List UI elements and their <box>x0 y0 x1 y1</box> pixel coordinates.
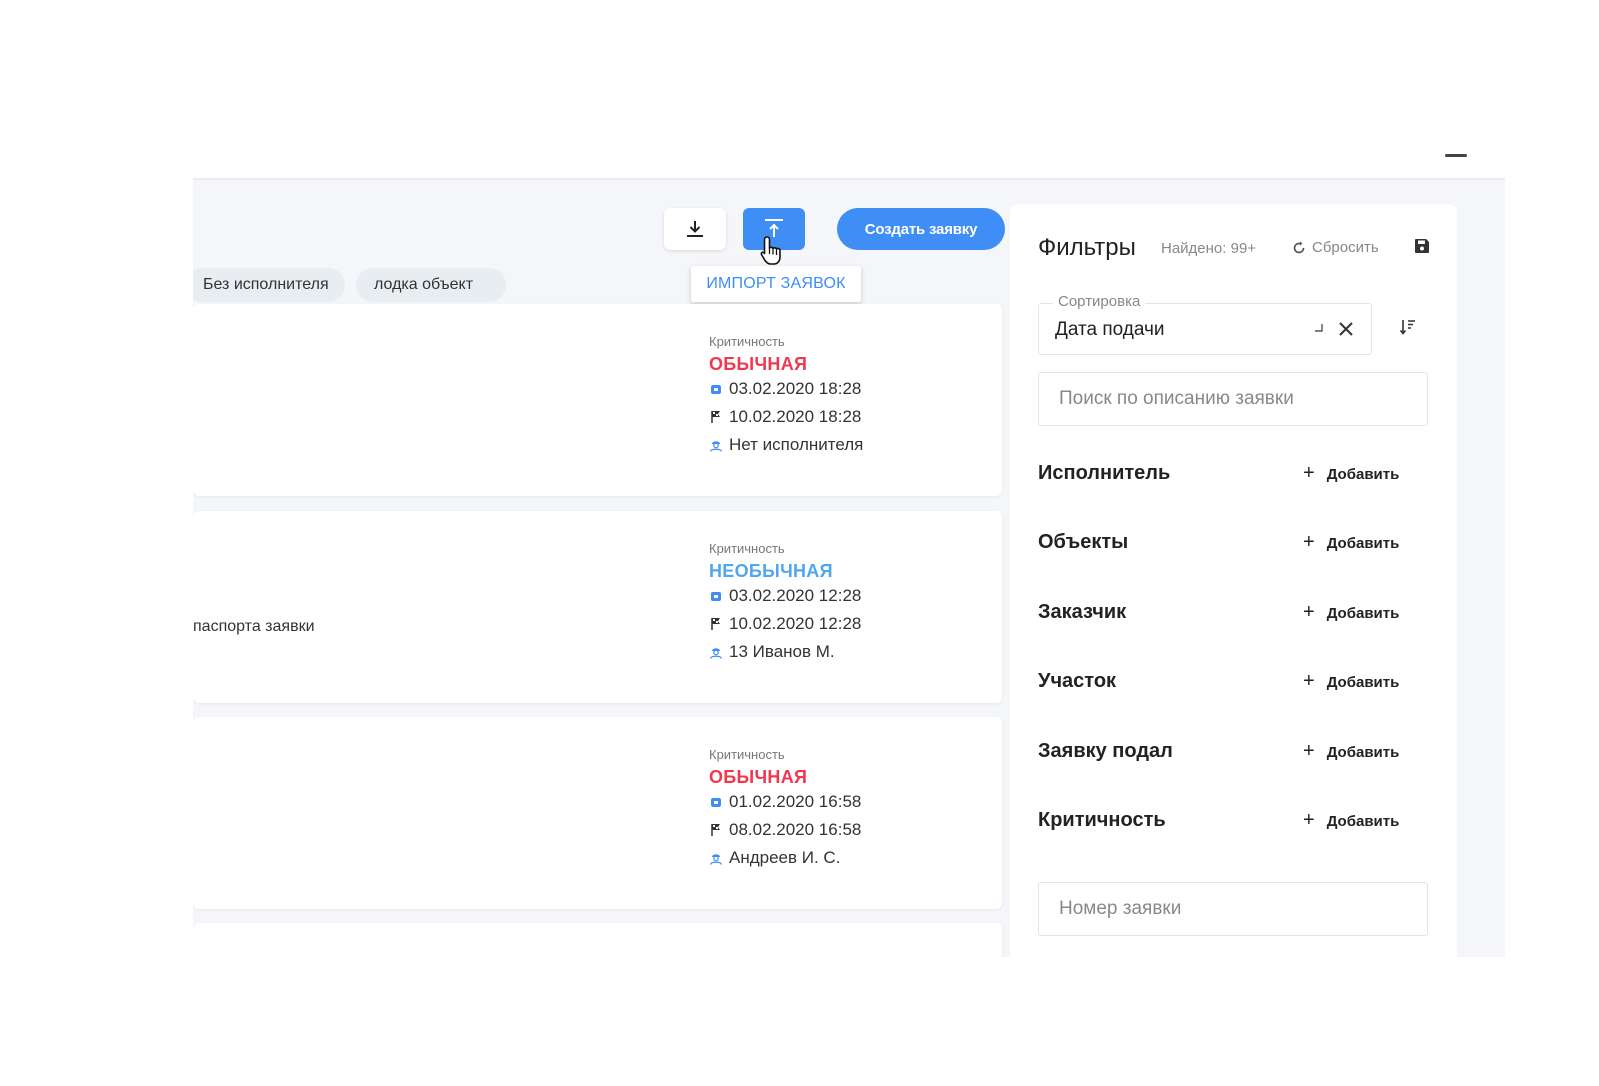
plus-icon: + <box>1303 809 1315 831</box>
request-card[interactable]: Критичность ОБЫЧНАЯ 03.02.2020 18:28 10.… <box>193 304 1002 496</box>
download-icon <box>687 221 703 237</box>
criticality-value: НЕОБЫЧНАЯ <box>709 561 833 581</box>
filter-chip-no-assignee[interactable]: Без исполнителя <box>193 268 345 302</box>
worker-icon <box>709 851 723 865</box>
plus-icon: + <box>1303 462 1315 484</box>
criticality-value: ОБЫЧНАЯ <box>709 767 808 787</box>
assignee: 13 Иванов М. <box>709 638 861 666</box>
filter-row-label: Участок <box>1038 670 1117 692</box>
filter-row-submitted-by: Заявку подал + Добавить <box>1038 736 1418 766</box>
worker-icon <box>709 438 723 452</box>
finish-flag-icon <box>709 617 723 631</box>
finish-flag-icon <box>709 823 723 837</box>
plus-icon: + <box>1303 601 1315 623</box>
save-icon[interactable] <box>1414 238 1430 254</box>
hand-cursor-icon <box>760 236 781 265</box>
assignee-text: 13 Иванов М. <box>729 642 835 661</box>
filter-row-customer: Заказчик + Добавить <box>1038 597 1418 627</box>
created-date: 03.02.2020 18:28 <box>709 375 863 403</box>
filter-row-criticality: Критичность + Добавить <box>1038 805 1418 835</box>
add-label: Добавить <box>1326 535 1400 552</box>
calendar-icon <box>709 795 723 809</box>
add-label: Добавить <box>1326 605 1400 622</box>
request-card[interactable]: паспорта заявки Критичность НЕОБЫЧНАЯ 03… <box>193 511 1002 703</box>
add-button[interactable]: + Добавить <box>1303 670 1400 693</box>
add-label: Добавить <box>1326 813 1400 830</box>
card-meta: Критичность ОБЫЧНАЯ 03.02.2020 18:28 10.… <box>709 334 863 459</box>
filters-panel: Фильтры Найдено: 99+ Сбросить Сортировка… <box>1010 204 1457 957</box>
plus-icon: + <box>1303 670 1315 692</box>
deadline-date-text: 08.02.2020 16:58 <box>729 820 862 839</box>
created-date-text: 03.02.2020 18:28 <box>729 379 862 398</box>
close-icon[interactable] <box>1337 320 1355 338</box>
assignee: Андреев И. С. <box>709 844 861 872</box>
create-request-button[interactable]: Создать заявку <box>837 208 1005 250</box>
window-corner-mark <box>1445 154 1467 157</box>
found-count: Найдено: 99+ <box>1161 240 1257 257</box>
resize-corner-icon <box>1315 324 1323 332</box>
reset-label: Сбросить <box>1312 239 1379 256</box>
assignee: Нет исполнителя <box>709 431 863 459</box>
created-date: 03.02.2020 12:28 <box>709 582 861 610</box>
requests-page: Создать заявку ИМПОРТ ЗАЯВОК Без исполни… <box>193 180 1505 957</box>
deadline-date-text: 10.02.2020 18:28 <box>729 407 862 426</box>
card-description: паспорта заявки <box>193 618 315 635</box>
filters-title: Фильтры <box>1038 234 1136 261</box>
assignee-text: Андреев И. С. <box>729 848 841 867</box>
created-date-text: 03.02.2020 12:28 <box>729 586 862 605</box>
add-button[interactable]: + Добавить <box>1303 601 1400 624</box>
add-button[interactable]: + Добавить <box>1303 740 1400 763</box>
chip-label: Без исполнителя <box>203 276 329 293</box>
reset-button[interactable]: Сбросить <box>1292 239 1379 256</box>
criticality-label: Критичность <box>709 334 785 349</box>
assignee-text: Нет исполнителя <box>729 435 864 454</box>
chip-label: лодка объект <box>374 276 474 293</box>
add-label: Добавить <box>1326 674 1400 691</box>
add-button[interactable]: + Добавить <box>1303 809 1400 832</box>
filter-row-label: Заказчик <box>1038 601 1127 623</box>
worker-icon <box>709 645 723 659</box>
deadline-date: 10.02.2020 12:28 <box>709 610 861 638</box>
sort-direction-icon[interactable] <box>1399 318 1417 336</box>
filter-row-label: Критичность <box>1038 809 1166 831</box>
add-label: Добавить <box>1326 744 1400 761</box>
sort-select[interactable]: Сортировка Дата подачи <box>1038 293 1372 355</box>
filter-row-label: Объекты <box>1038 531 1129 553</box>
card-meta: Критичность НЕОБЫЧНАЯ 03.02.2020 12:28 1… <box>709 541 861 666</box>
export-button[interactable] <box>664 208 726 250</box>
search-input[interactable] <box>1038 372 1428 426</box>
calendar-icon <box>709 589 723 603</box>
created-date: 01.02.2020 16:58 <box>709 788 861 816</box>
request-card[interactable]: Критичность ОБЫЧНАЯ 01.02.2020 16:58 08.… <box>193 717 1002 909</box>
finish-flag-icon <box>709 410 723 424</box>
criticality-label: Критичность <box>709 747 785 762</box>
criticality-label: Критичность <box>709 541 785 556</box>
filter-row-site: Участок + Добавить <box>1038 666 1418 696</box>
refresh-icon <box>1293 241 1305 253</box>
filter-row-assignee: Исполнитель + Добавить <box>1038 458 1418 488</box>
request-number-input[interactable] <box>1038 882 1428 936</box>
plus-icon: + <box>1303 740 1315 762</box>
plus-icon: + <box>1303 531 1315 553</box>
deadline-date-text: 10.02.2020 12:28 <box>729 614 862 633</box>
calendar-icon <box>709 382 723 396</box>
criticality-value: ОБЫЧНАЯ <box>709 354 808 374</box>
filter-row-objects: Объекты + Добавить <box>1038 527 1418 557</box>
filter-chip-boat-object[interactable]: лодка объект <box>356 268 506 302</box>
sort-legend: Сортировка <box>1053 293 1146 310</box>
deadline-date: 10.02.2020 18:28 <box>709 403 863 431</box>
card-meta: Критичность ОБЫЧНАЯ 01.02.2020 16:58 08.… <box>709 747 861 872</box>
filter-row-label: Заявку подал <box>1038 740 1173 762</box>
sort-value: Дата подачи <box>1055 319 1165 340</box>
add-label: Добавить <box>1326 466 1400 483</box>
add-button[interactable]: + Добавить <box>1303 531 1400 554</box>
created-date-text: 01.02.2020 16:58 <box>729 792 862 811</box>
add-button[interactable]: + Добавить <box>1303 462 1400 485</box>
import-tooltip: ИМПОРТ ЗАЯВОК <box>691 266 861 302</box>
filter-row-label: Исполнитель <box>1038 462 1171 484</box>
request-card[interactable] <box>193 923 1002 957</box>
deadline-date: 08.02.2020 16:58 <box>709 816 861 844</box>
